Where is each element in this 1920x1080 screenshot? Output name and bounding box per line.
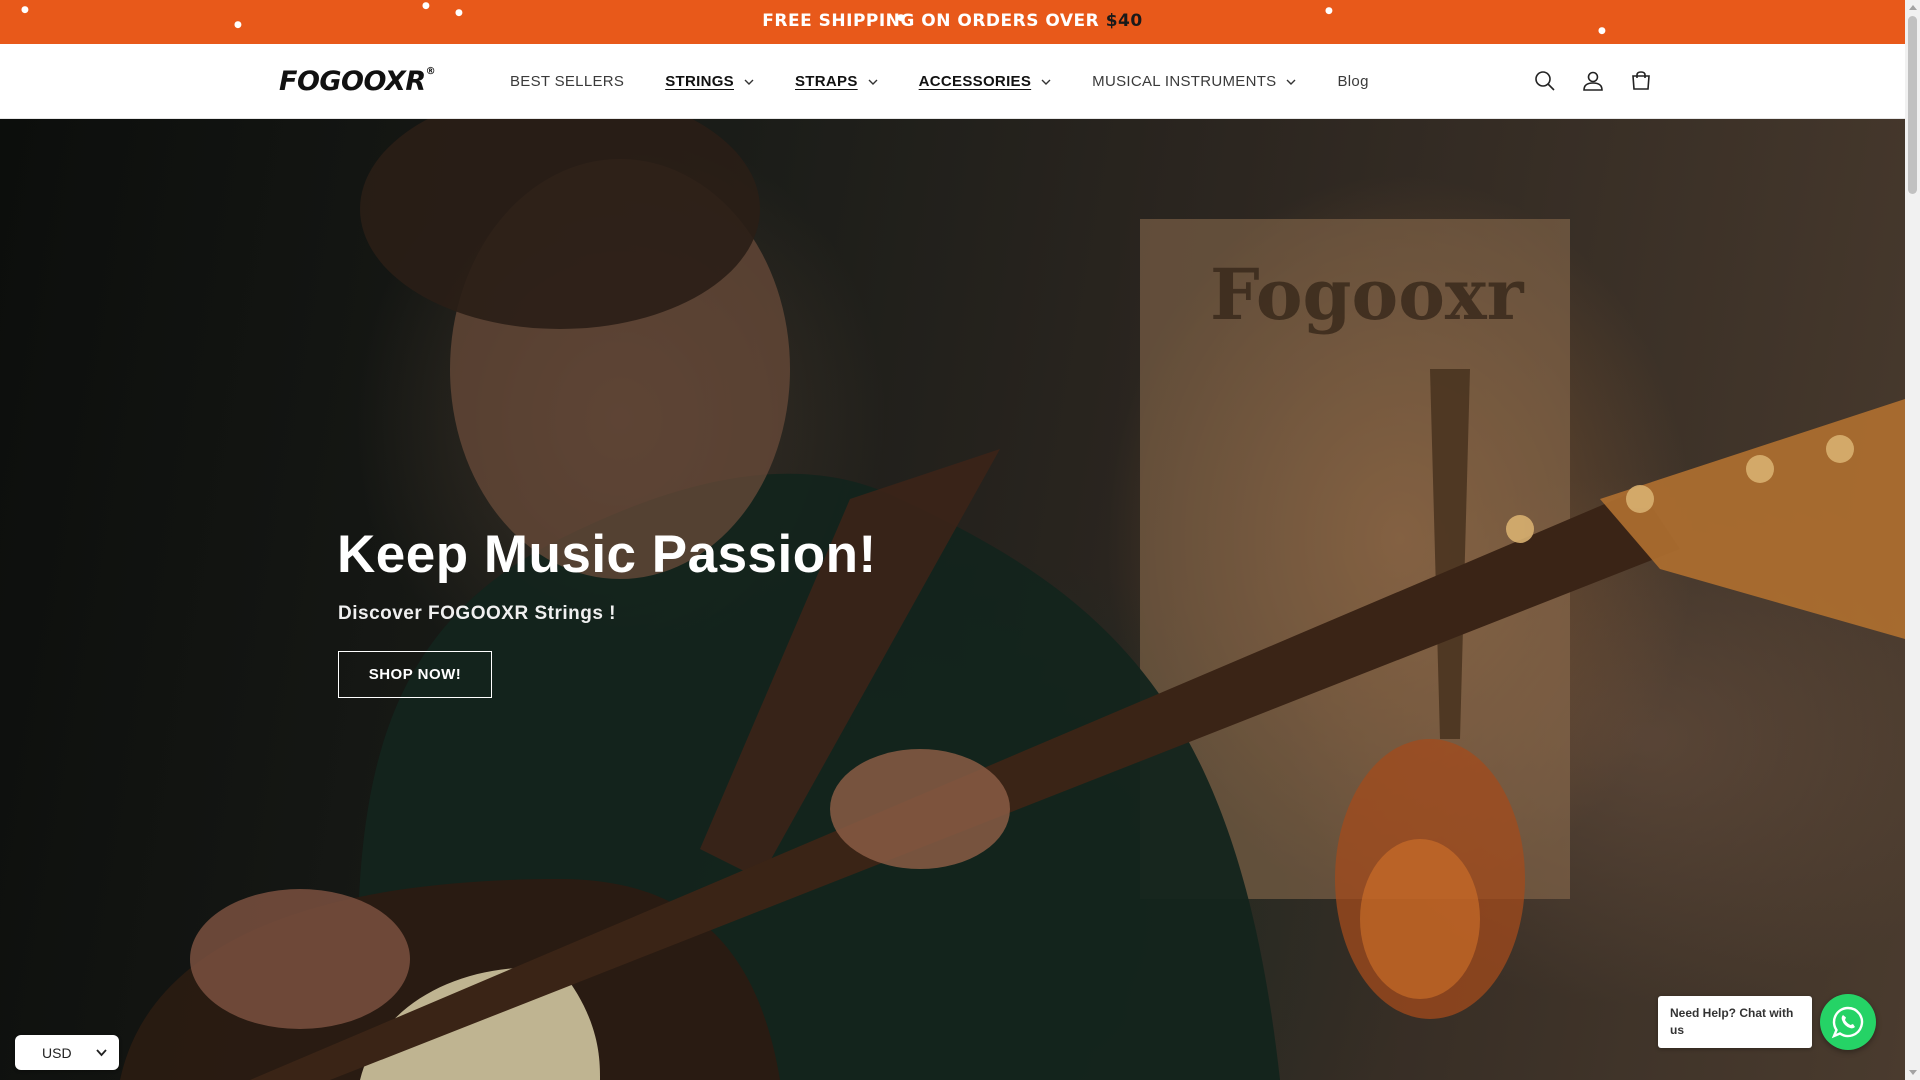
whatsapp-icon	[1831, 1006, 1864, 1039]
site-header: FOGOOXR® BEST SELLERS STRINGS STRAPS ACC…	[0, 44, 1905, 119]
nav-strings[interactable]: STRINGS	[665, 73, 754, 90]
search-icon	[1535, 71, 1555, 91]
nav-label: BEST SELLERS	[510, 73, 625, 90]
nav-label: ACCESSORIES	[918, 73, 1032, 90]
announcement-price: $40	[1105, 11, 1143, 31]
hero-background-image: Fogooxr	[120, 119, 1905, 1080]
poster-text: Fogooxr	[1210, 253, 1525, 336]
logo-registered-mark: ®	[425, 66, 436, 77]
scroll-up-arrow-icon[interactable]	[1909, 5, 1917, 10]
nav-blog[interactable]: Blog	[1337, 73, 1368, 90]
brand-logo[interactable]: FOGOOXR®	[279, 66, 436, 97]
chevron-down-icon	[868, 79, 878, 85]
cart-button[interactable]	[1626, 66, 1656, 96]
chevron-down-icon	[1286, 79, 1296, 85]
announcement-bar: ● ● ● ● ● ● ● FREE SHIPPING ON ORDERS OV…	[0, 0, 1905, 44]
main-nav: BEST SELLERS STRINGS STRAPS ACCESSORIES …	[510, 44, 1369, 119]
nav-accessories[interactable]: ACCESSORIES	[919, 73, 1052, 90]
cart-icon	[1632, 71, 1650, 90]
chat-help-bubble[interactable]: Need Help? Chat with us	[1658, 996, 1812, 1048]
chevron-down-icon	[1041, 79, 1051, 85]
header-icons	[1530, 66, 1656, 96]
hero-banner[interactable]: Fogooxr Keep Music Passion! Discover FOG…	[0, 119, 1905, 1080]
logo-text: FOGOOXR	[279, 66, 426, 97]
nav-straps[interactable]: STRAPS	[795, 73, 878, 90]
chevron-down-icon	[744, 79, 754, 85]
hero-subtitle: Discover FOGOOXR Strings !	[338, 603, 616, 624]
nav-musical-instruments[interactable]: MUSICAL INSTRUMENTS	[1092, 73, 1296, 90]
account-button[interactable]	[1578, 66, 1608, 96]
nav-label: STRINGS	[665, 73, 734, 90]
nav-label: MUSICAL INSTRUMENTS	[1092, 73, 1277, 90]
nav-label: STRAPS	[795, 73, 858, 90]
currency-selector[interactable]: USD	[15, 1035, 119, 1070]
chevron-down-icon	[96, 1049, 107, 1057]
scrollbar-thumb[interactable]	[1908, 16, 1917, 194]
search-button[interactable]	[1530, 66, 1560, 96]
shop-now-button[interactable]: SHOP NOW!	[338, 651, 492, 698]
announcement-text: FREE SHIPPING ON ORDERS OVER	[762, 11, 1106, 31]
currency-value: USD	[42, 1044, 72, 1061]
whatsapp-chat-button[interactable]	[1820, 994, 1876, 1050]
page-scrollbar[interactable]	[1905, 0, 1920, 1080]
scroll-down-arrow-icon[interactable]	[1909, 1070, 1917, 1075]
nav-label: Blog	[1337, 73, 1369, 90]
hero-title: Keep Music Passion!	[337, 525, 877, 584]
nav-best-sellers[interactable]: BEST SELLERS	[510, 73, 624, 90]
account-icon	[1583, 71, 1603, 91]
